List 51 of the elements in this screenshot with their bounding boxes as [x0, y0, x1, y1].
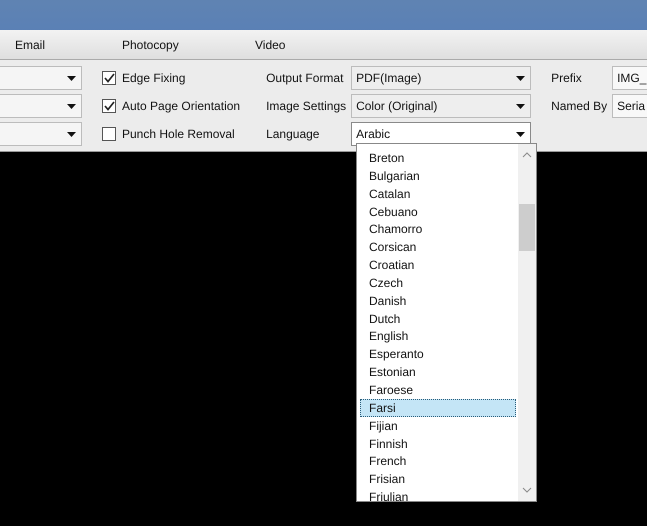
- text-field[interactable]: IMG_: [612, 66, 647, 90]
- list-item[interactable]: Friulian: [360, 488, 516, 501]
- field-label: Named By: [551, 98, 608, 115]
- tab[interactable]: Photocopy: [122, 36, 179, 54]
- setting-label: Image Settings: [266, 98, 348, 115]
- tab[interactable]: Video: [255, 36, 286, 54]
- caret-icon: [67, 76, 76, 80]
- list-item[interactable]: French: [360, 452, 516, 470]
- list-item[interactable]: Croatian: [360, 256, 516, 274]
- list-item[interactable]: Cebuano: [360, 202, 516, 220]
- list-item[interactable]: Chamorro: [360, 220, 516, 238]
- list-item[interactable]: English: [360, 327, 516, 346]
- caret-icon: [67, 104, 76, 108]
- checkbox[interactable]: [102, 99, 116, 113]
- scroll-down-icon[interactable]: [522, 487, 532, 493]
- checkbox[interactable]: [102, 71, 116, 85]
- checkbox[interactable]: [102, 127, 116, 141]
- dropdown[interactable]: [0, 94, 82, 118]
- caret-icon: [516, 132, 526, 136]
- text-field[interactable]: Seria: [612, 94, 647, 118]
- list-item[interactable]: Catalan: [360, 184, 516, 203]
- checkbox-label: Auto Page Orientation: [122, 98, 240, 115]
- list-item[interactable]: Czech: [360, 274, 516, 292]
- list-item[interactable]: Dutch: [360, 310, 516, 328]
- checkbox-label: Punch Hole Removal: [122, 126, 235, 143]
- tab[interactable]: Email: [15, 36, 46, 54]
- list-item[interactable]: Frisian: [360, 470, 516, 488]
- setting-label: Language: [266, 126, 320, 143]
- list-item[interactable]: Farsi: [360, 398, 516, 417]
- setting-label: Output Format: [266, 70, 344, 87]
- list-item[interactable]: Breton: [360, 149, 516, 167]
- dropdown[interactable]: [0, 122, 82, 146]
- dropdown[interactable]: PDF(Image): [351, 66, 532, 90]
- dropdown[interactable]: [0, 66, 82, 90]
- list-item[interactable]: Finnish: [360, 434, 516, 452]
- scrollbar[interactable]: [518, 144, 536, 501]
- scroll-up-icon[interactable]: [522, 152, 532, 158]
- caret-icon: [67, 132, 76, 136]
- caret-icon: [516, 76, 526, 80]
- list-item[interactable]: Estonian: [360, 363, 516, 381]
- list-item[interactable]: Fijian: [360, 416, 516, 434]
- list-item[interactable]: Esperanto: [360, 345, 516, 364]
- scroll-thumb[interactable]: [519, 204, 535, 251]
- field-label: Prefix: [551, 70, 583, 87]
- list-item[interactable]: Bulgarian: [360, 166, 516, 185]
- caret-icon: [516, 104, 526, 108]
- list-item[interactable]: Corsican: [360, 238, 516, 256]
- list-item[interactable]: Faroese: [360, 380, 516, 399]
- dropdown[interactable]: Color (Original): [351, 94, 532, 118]
- list-item[interactable]: Danish: [360, 292, 516, 310]
- checkbox-label: Edge Fixing: [122, 70, 186, 87]
